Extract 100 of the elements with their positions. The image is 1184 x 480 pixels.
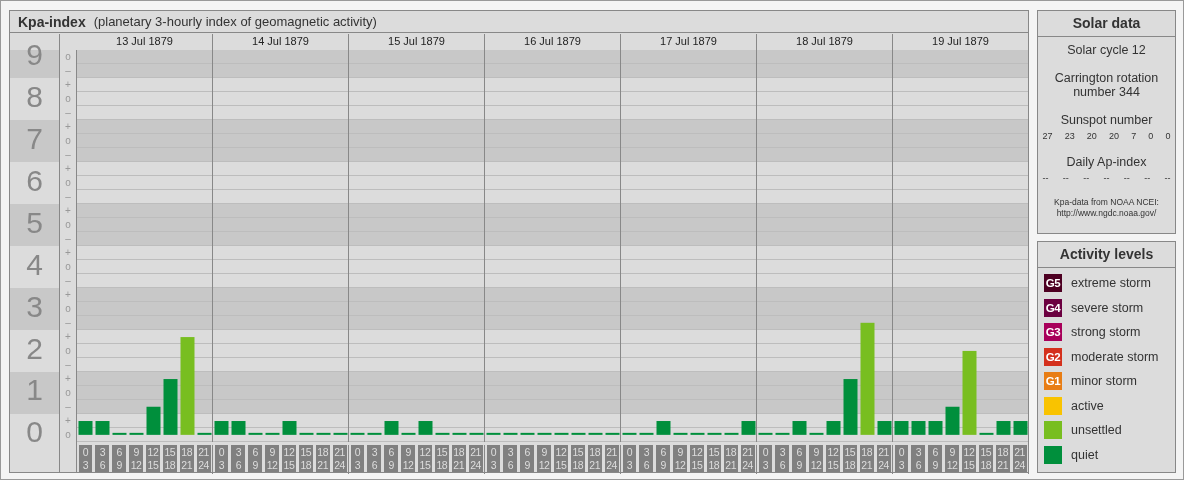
time-slot-label: 12 15 (962, 445, 976, 472)
ap-index-value: -- (1042, 173, 1049, 183)
time-slot-label: 0 3 (758, 445, 773, 472)
level-label: extreme storm (1071, 276, 1151, 290)
time-slot-label: 15 18 (978, 445, 993, 472)
level-label: active (1071, 398, 1104, 413)
time-slot-label: 15 18 (162, 445, 177, 472)
time-slot-label: 12 15 (418, 445, 432, 472)
sub-level-mark: + (64, 288, 72, 302)
time-slot-label: 9 12 (129, 445, 143, 472)
sunspot-heading: Sunspot number (1060, 113, 1153, 127)
y-axis-tick-label: 5 (26, 205, 43, 239)
time-slot-label: 0 3 (214, 445, 229, 472)
time-slot-label: 12 15 (826, 445, 840, 472)
time-slot-label: 0 3 (78, 445, 93, 472)
time-slot-label: 18 21 (179, 445, 194, 472)
y-axis-tick-label: 9 (26, 37, 43, 71)
sub-level-mark: – (64, 190, 72, 204)
sub-level-mark: + (64, 162, 72, 176)
sub-level-mark: o (64, 386, 72, 400)
time-slot-label: 21 24 (740, 445, 755, 472)
time-slot-label: 12 15 (554, 445, 568, 472)
sub-level-mark: o (64, 302, 72, 316)
level-swatch: G4 (1044, 298, 1062, 317)
level-label: moderate storm (1071, 349, 1159, 364)
ap-index-heading: Daily Ap-index (1066, 155, 1147, 169)
sub-level-mark: + (64, 78, 72, 92)
sunspot-value: 23 (1064, 131, 1075, 141)
y-axis-tick-label: 7 (26, 121, 43, 155)
level-swatch: G5 (1044, 274, 1062, 292)
sub-level-mark: – (64, 148, 72, 162)
time-slot-label: 9 12 (673, 445, 687, 472)
time-slot-label: 21 24 (876, 445, 891, 472)
time-slot-label: 6 9 (248, 445, 263, 472)
time-slot-label: 15 18 (570, 445, 585, 472)
time-slot-label: 3 6 (775, 445, 790, 472)
time-slot-label: 3 6 (503, 445, 518, 472)
time-slot-label: 21 24 (468, 445, 483, 472)
time-slot-label: 18 21 (995, 445, 1010, 472)
level-label: strong storm (1071, 325, 1141, 339)
level-label: severe storm (1071, 300, 1144, 315)
sub-level-mark: + (64, 246, 72, 260)
sub-level-mark: – (64, 316, 72, 330)
panel-title: Solar data (1038, 11, 1175, 37)
sunspot-value: 27 (1042, 131, 1053, 141)
time-slot-label: 0 3 (622, 445, 637, 472)
source-text: Kpa-data from NOAA NCEI: (1054, 197, 1159, 208)
time-slot-label: 21 24 (196, 445, 211, 472)
sub-level-mark: + (64, 414, 72, 428)
sub-level-mark: o (64, 134, 72, 148)
sub-level-mark: – (64, 106, 72, 120)
sub-level-mark: – (64, 358, 72, 372)
panel-title: Kpa-index (18, 13, 86, 30)
sunspot-value: 0 (1148, 131, 1154, 141)
sub-level-mark: o (64, 428, 72, 442)
time-slot-label: 18 21 (859, 445, 874, 472)
time-slot-label: 6 9 (520, 445, 535, 472)
sub-level-mark: o (64, 176, 72, 190)
time-slot-label: 15 18 (298, 445, 313, 472)
time-slot-label: 6 9 (656, 445, 671, 472)
source-link[interactable]: http://www.ngdc.noaa.gov/ (1054, 208, 1159, 219)
time-slot-label: 21 24 (604, 445, 619, 472)
sunspot-value: 0 (1165, 131, 1171, 141)
time-slot-label: 6 9 (792, 445, 807, 472)
sub-level-mark: o (64, 260, 72, 274)
y-axis-tick-label: 3 (26, 289, 43, 323)
time-slot-label: 18 21 (315, 445, 330, 472)
sub-level-mark: o (64, 344, 72, 358)
sub-level-mark: o (64, 218, 72, 232)
y-axis-tick-label: 4 (26, 247, 43, 281)
solar-cycle-text: Solar cycle 12 (1067, 43, 1146, 57)
ap-index-value: -- (1062, 173, 1069, 183)
sunspot-value: 20 (1108, 131, 1119, 141)
sub-level-mark: – (64, 400, 72, 414)
sub-level-mark: + (64, 372, 72, 386)
time-slot-label: 9 12 (809, 445, 823, 472)
y-axis-tick-label: 0 (26, 415, 43, 449)
sub-level-mark: + (64, 330, 72, 344)
y-axis-tick-label: 1 (26, 373, 43, 407)
ap-index-value: -- (1144, 173, 1151, 183)
time-slot-label: 15 18 (842, 445, 857, 472)
level-label: quiet (1071, 447, 1099, 462)
time-slot-label: 3 6 (911, 445, 926, 472)
time-slot-label: 6 9 (928, 445, 943, 472)
level-label: minor storm (1071, 374, 1137, 388)
level-swatch: G1 (1044, 372, 1062, 390)
time-slot-label: 3 6 (231, 445, 246, 472)
sub-level-mark: – (64, 64, 72, 78)
time-slot-label: 18 21 (723, 445, 738, 472)
time-slot-label: 3 6 (95, 445, 110, 472)
ap-index-value: -- (1164, 173, 1171, 183)
time-slot-label: 12 15 (146, 445, 160, 472)
sub-level-mark: o (64, 50, 72, 64)
time-slot-label: 9 12 (537, 445, 551, 472)
y-axis-tick-label: 6 (26, 163, 43, 197)
sub-level-mark: – (64, 274, 72, 288)
y-axis-tick-label: 2 (26, 331, 43, 365)
time-slot-label: 6 9 (384, 445, 399, 472)
y-axis-tick-label: 8 (26, 79, 43, 113)
sub-level-mark: + (64, 120, 72, 134)
